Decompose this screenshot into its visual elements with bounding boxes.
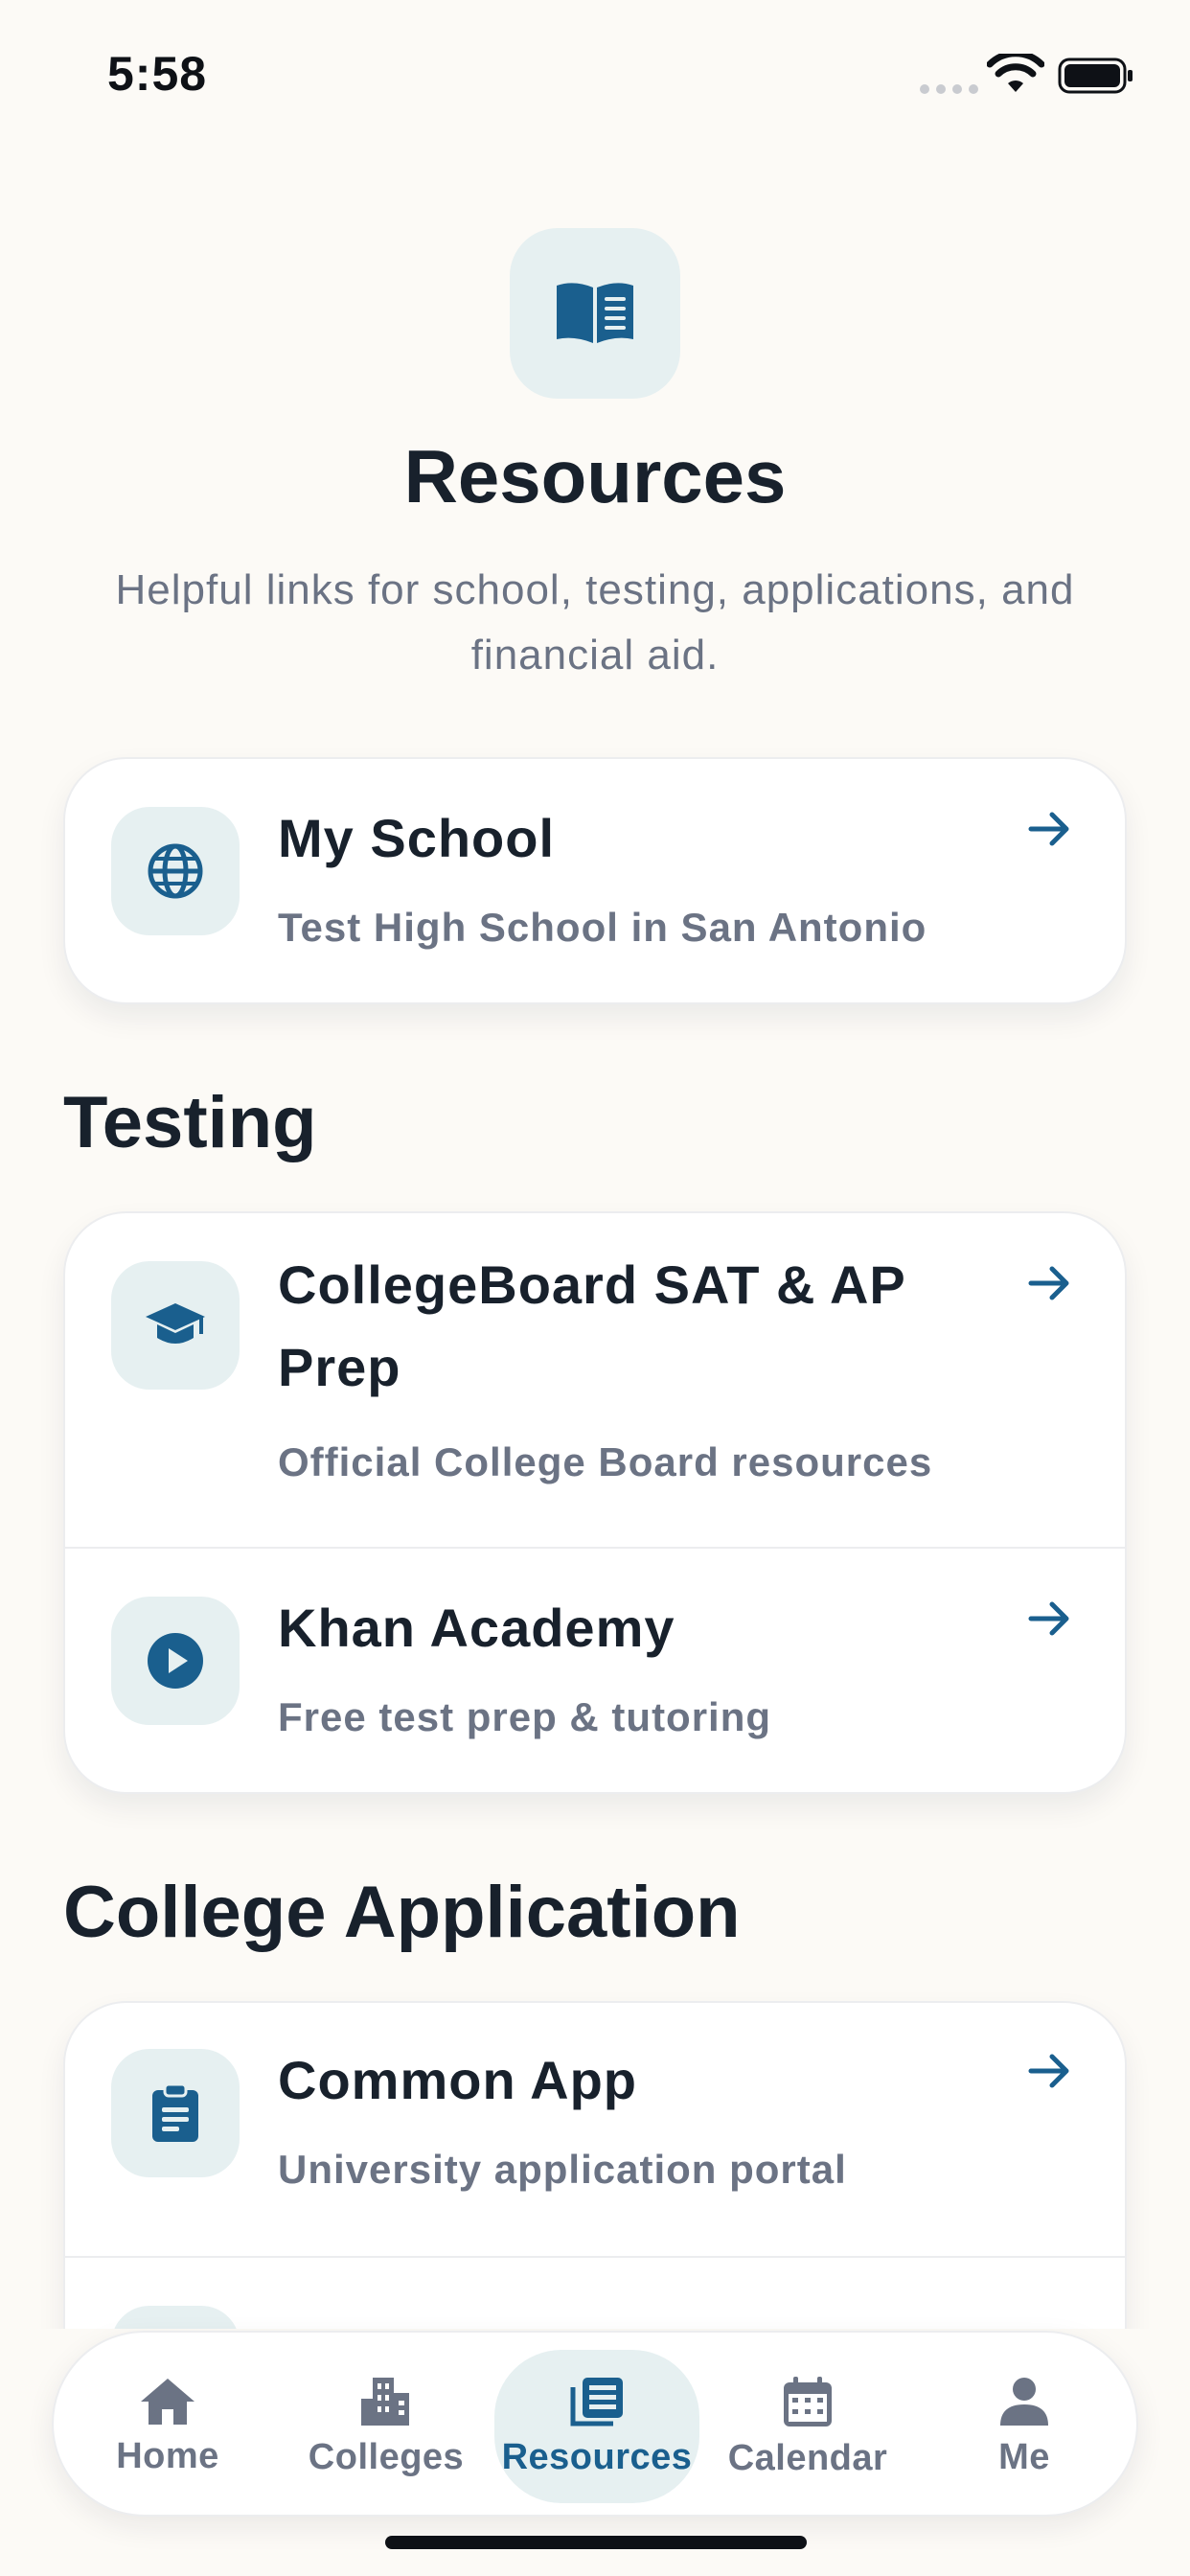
tab-label: Calendar — [727, 2437, 888, 2478]
arrow-right-icon — [1028, 1601, 1069, 1636]
row-title: My School — [278, 808, 556, 868]
person-icon — [1000, 2377, 1048, 2426]
wifi-icon — [987, 54, 1044, 92]
resources-screen: 5:58 Resources Helpful links for school,… — [0, 0, 1190, 2576]
globe-icon — [111, 807, 240, 935]
list-item-collegeboard[interactable]: CollegeBoard SAT & AP Prep Official Coll… — [65, 1213, 1125, 1547]
graduation-cap-icon — [111, 1261, 240, 1390]
building-icon — [361, 2377, 409, 2426]
tab-calendar[interactable]: Calendar — [705, 2350, 910, 2503]
page-subtitle: Helpful links for school, testing, appli… — [115, 566, 1075, 678]
tab-home[interactable]: Home — [65, 2350, 270, 2503]
tab-resources[interactable]: Resources — [494, 2350, 699, 2503]
row-title: Khan Academy — [278, 1598, 675, 1658]
section-heading-testing: Testing — [63, 1082, 317, 1163]
tab-label: Colleges — [308, 2436, 465, 2477]
play-circle-icon — [111, 1597, 240, 1725]
tab-colleges[interactable]: Colleges — [284, 2350, 489, 2503]
section-heading-college-application: College Application — [63, 1872, 741, 1953]
cellular-signal-icon — [920, 84, 978, 94]
newspaper-icon — [570, 2377, 623, 2426]
status-bar: 5:58 — [0, 0, 1190, 144]
arrow-right-icon — [1028, 1266, 1069, 1300]
row-title: Common App — [278, 2050, 637, 2110]
tab-label: Me — [998, 2436, 1050, 2477]
battery-icon — [1058, 58, 1133, 94]
arrow-right-icon — [1028, 812, 1069, 846]
tab-label: Home — [116, 2435, 219, 2476]
row-description: Test High School in San Antonio — [278, 905, 927, 950]
list-item-common-app[interactable]: Common App University application portal — [65, 2003, 1125, 2256]
page-title: Resources — [403, 434, 787, 518]
home-indicator[interactable] — [385, 2536, 807, 2549]
row-description: University application portal — [278, 2147, 847, 2192]
arrow-right-icon — [1028, 2054, 1069, 2088]
testing-card: CollegeBoard SAT & AP Prep Official Coll… — [63, 1211, 1127, 1794]
tab-me[interactable]: Me — [922, 2350, 1127, 2503]
row-description: Free test prep & tutoring — [278, 1694, 772, 1739]
my-school-card[interactable]: My School Test High School in San Antoni… — [63, 757, 1127, 1004]
book-open-icon — [510, 228, 680, 399]
status-time: 5:58 — [107, 47, 208, 101]
clipboard-icon — [111, 2049, 240, 2177]
calendar-icon — [784, 2376, 832, 2426]
row-title: CollegeBoard SAT & AP Prep — [278, 1254, 905, 1397]
row-description: Official College Board resources — [278, 1439, 933, 1484]
home-icon — [141, 2378, 195, 2425]
tab-bar: Home Colleges Resources Calendar Me — [52, 2331, 1138, 2517]
my-school-row[interactable]: My School Test High School in San Antoni… — [65, 759, 1125, 1002]
tab-label: Resources — [501, 2436, 693, 2477]
list-item-khan-academy[interactable]: Khan Academy Free test prep & tutoring — [65, 1547, 1125, 1792]
